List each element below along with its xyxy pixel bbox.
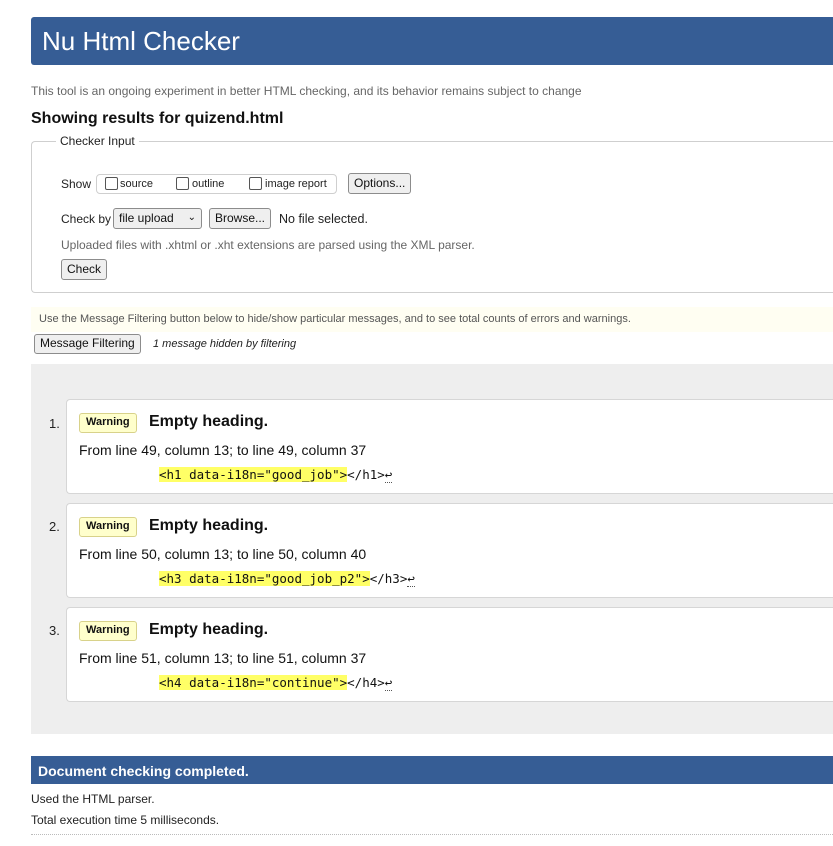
outline-checkbox-label[interactable]: outline [192, 178, 224, 190]
check-button[interactable]: Check [61, 259, 108, 280]
results-panel: 1. Warning Empty heading. From line 49, … [31, 364, 833, 734]
no-file-text: No file selected. [279, 212, 368, 226]
filter-info-bar: Use the Message Filtering button below t… [31, 307, 833, 332]
hidden-messages-note: 1 message hidden by filtering [153, 338, 297, 350]
source-checkbox[interactable] [105, 177, 118, 190]
source-checkbox-label[interactable]: source [120, 178, 153, 190]
outline-checkbox[interactable] [176, 177, 189, 190]
message-number: 2. [49, 519, 60, 534]
message-location: From line 51, column 13; to line 51, col… [79, 650, 367, 666]
message-location: From line 50, column 13; to line 50, col… [79, 546, 367, 562]
message-number: 3. [49, 623, 60, 638]
check-by-value: file upload [119, 211, 174, 225]
show-options-group: source outline image report [96, 174, 337, 194]
footer-divider [31, 834, 833, 835]
code-highlight: <h1 data-i18n="good_job"> [159, 467, 348, 482]
execution-time: Total execution time 5 milliseconds. [31, 813, 220, 827]
show-label: Show [61, 177, 92, 191]
message-location: From line 49, column 13; to line 49, col… [79, 442, 367, 458]
results-heading: Showing results for quizend.html [31, 110, 284, 127]
check-by-label: Check by [61, 212, 112, 226]
checker-input-fieldset: Checker Input Show source outline image … [31, 134, 833, 293]
parser-note: Used the HTML parser. [31, 792, 155, 806]
image-report-checkbox-label[interactable]: image report [265, 178, 327, 190]
browse-button[interactable]: Browse... [209, 208, 272, 229]
filter-info-text: Use the Message Filtering button below t… [39, 313, 631, 325]
code-highlight: <h3 data-i18n="good_job_p2"> [159, 571, 370, 586]
return-icon: ↩ [384, 467, 393, 483]
check-by-select[interactable]: file upload ⌄ [113, 208, 202, 229]
options-button[interactable]: Options... [348, 173, 412, 194]
completion-banner: Document checking completed. [31, 756, 833, 784]
warning-badge: Warning [79, 517, 137, 537]
message-item: Warning Empty heading. From line 51, col… [66, 607, 833, 702]
warning-badge: Warning [79, 413, 137, 433]
warning-badge: Warning [79, 621, 137, 641]
message-title: Empty heading. [149, 621, 269, 638]
completion-title: Document checking completed. [38, 763, 249, 779]
code-rest: </h1> [347, 467, 385, 482]
page-header: Nu Html Checker [31, 17, 833, 65]
code-extract: <h3 data-i18n="good_job_p2"></h3>↩ [159, 571, 415, 587]
message-item: Warning Empty heading. From line 50, col… [66, 503, 833, 598]
chevron-down-icon: ⌄ [187, 212, 196, 223]
code-rest: </h3> [369, 571, 408, 586]
image-report-checkbox[interactable] [249, 177, 262, 190]
code-extract: <h4 data-i18n="continue"></h4>↩ [159, 675, 393, 691]
message-item: Warning Empty heading. From line 49, col… [66, 399, 833, 494]
message-filtering-button[interactable]: Message Filtering [34, 334, 141, 354]
code-rest: </h4> [347, 675, 385, 690]
code-extract: <h1 data-i18n="good_job"></h1>↩ [159, 467, 393, 483]
message-title: Empty heading. [149, 517, 269, 534]
intro-text: This tool is an ongoing experiment in be… [31, 84, 582, 98]
message-number: 1. [49, 416, 60, 431]
return-icon: ↩ [384, 675, 393, 691]
page-title: Nu Html Checker [42, 26, 240, 56]
return-icon: ↩ [407, 571, 415, 587]
checker-input-legend: Checker Input [56, 134, 139, 148]
xml-parser-hint: Uploaded files with .xhtml or .xht exten… [61, 238, 475, 252]
message-title: Empty heading. [149, 413, 269, 430]
code-highlight: <h4 data-i18n="continue"> [159, 675, 348, 690]
